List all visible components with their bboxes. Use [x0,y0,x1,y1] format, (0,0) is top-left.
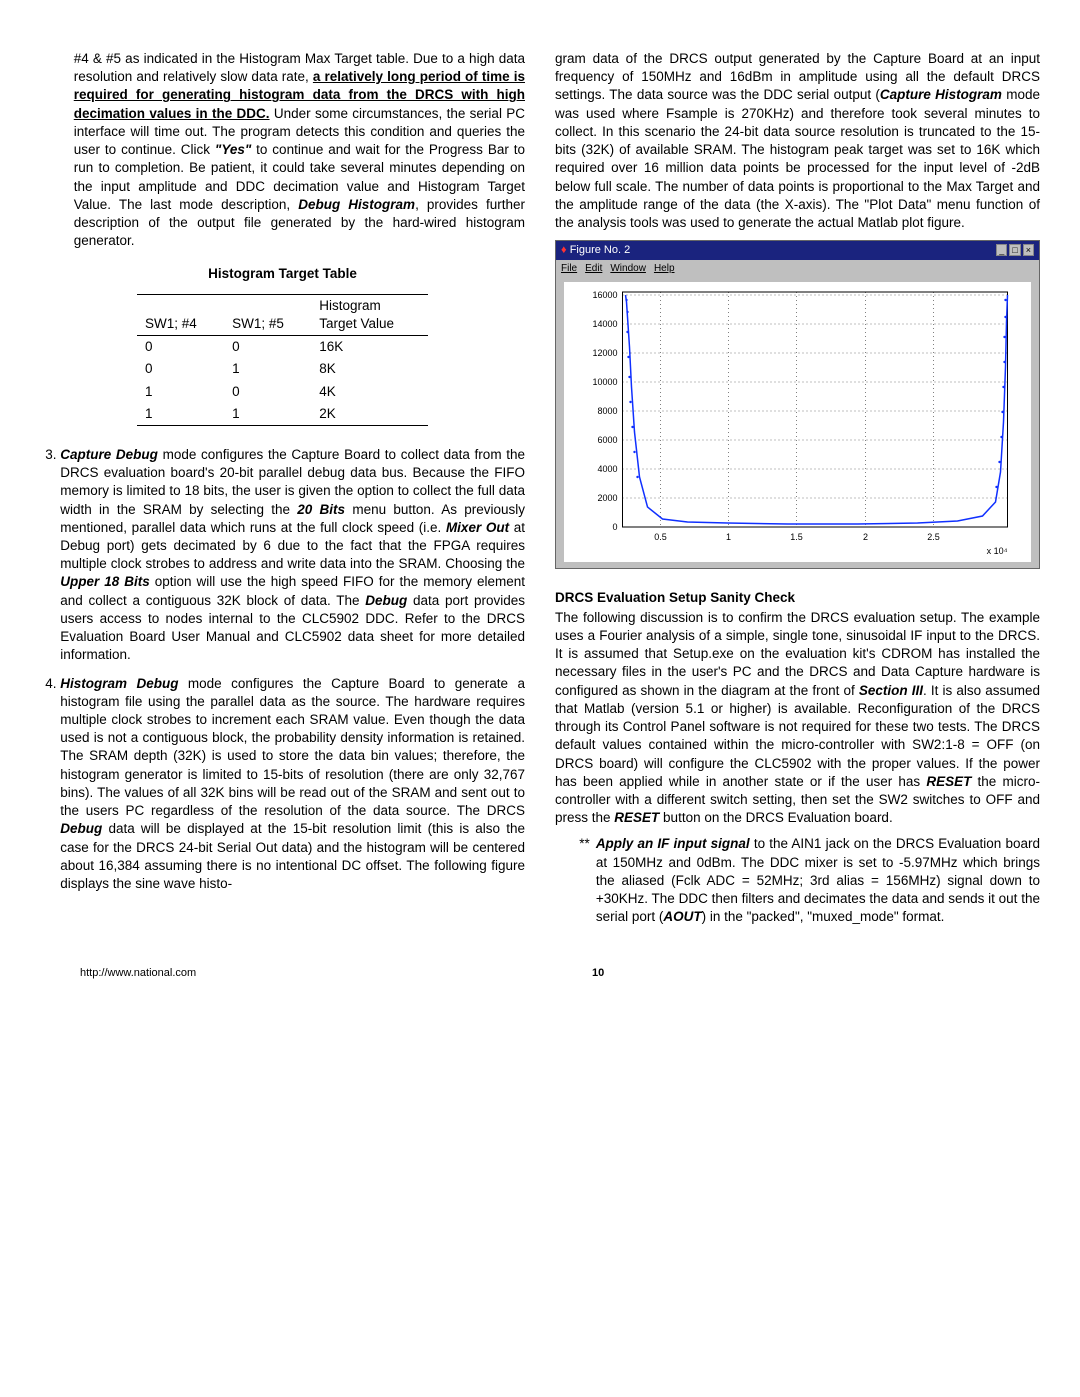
list-item-capture-debug: Capture Debug mode configures the Captur… [60,446,525,665]
svg-text:6000: 6000 [597,435,617,445]
table-row: 104K [137,381,428,403]
histogram-target-table: SW1; #4 SW1; #5 HistogramTarget Value 00… [137,294,428,426]
table-row: 0016K [137,336,428,359]
svg-text:2.5: 2.5 [927,532,940,542]
list-item-histogram-debug: Histogram Debug mode configures the Capt… [60,675,525,894]
page-footer: http://www.national.com 10 [40,966,1040,981]
figure-window: ♦ Figure No. 2 _□× FileEditWindowHelp [555,240,1040,568]
svg-text:2: 2 [863,532,868,542]
footer-url: http://www.national.com [80,966,196,981]
svg-text:1: 1 [726,532,731,542]
section-sanity-check: DRCS Evaluation Setup Sanity Check [555,589,1040,607]
table-row: 112K [137,403,428,426]
para-histogram-cont: gram data of the DRCS output generated b… [555,50,1040,232]
page-number: 10 [592,966,604,981]
star-list: ** Apply an IF input signal to the AIN1 … [555,835,1040,926]
svg-text:2000: 2000 [597,493,617,503]
close-icon[interactable]: × [1023,244,1034,256]
svg-text:16000: 16000 [592,290,617,300]
minimize-icon[interactable]: _ [996,244,1007,256]
svg-text:14000: 14000 [592,319,617,329]
maximize-icon[interactable]: □ [1009,244,1020,256]
right-column: gram data of the DRCS output generated b… [555,50,1040,926]
plot-area: 0 2000 4000 6000 8000 10000 12000 14000 … [564,282,1031,562]
table-title: Histogram Target Table [40,265,525,283]
svg-text:4000: 4000 [597,464,617,474]
svg-text:0: 0 [612,522,617,532]
svg-text:10000: 10000 [592,377,617,387]
figure-titlebar[interactable]: ♦ Figure No. 2 _□× [556,241,1039,260]
svg-text:x 10⁴: x 10⁴ [987,546,1008,556]
figure-menubar[interactable]: FileEditWindowHelp [556,260,1039,278]
mode-list: Capture Debug mode configures the Captur… [40,446,525,893]
left-column: #4 & #5 as indicated in the Histogram Ma… [40,50,525,926]
svg-text:8000: 8000 [597,406,617,416]
para-sanity: The following discussion is to confirm t… [555,609,1040,828]
svg-text:12000: 12000 [592,348,617,358]
para-histogram-intro: #4 & #5 as indicated in the Histogram Ma… [40,50,525,250]
table-row: 018K [137,358,428,380]
svg-text:1.5: 1.5 [790,532,803,542]
list-item: ** Apply an IF input signal to the AIN1 … [579,835,1040,926]
svg-text:0.5: 0.5 [654,532,667,542]
